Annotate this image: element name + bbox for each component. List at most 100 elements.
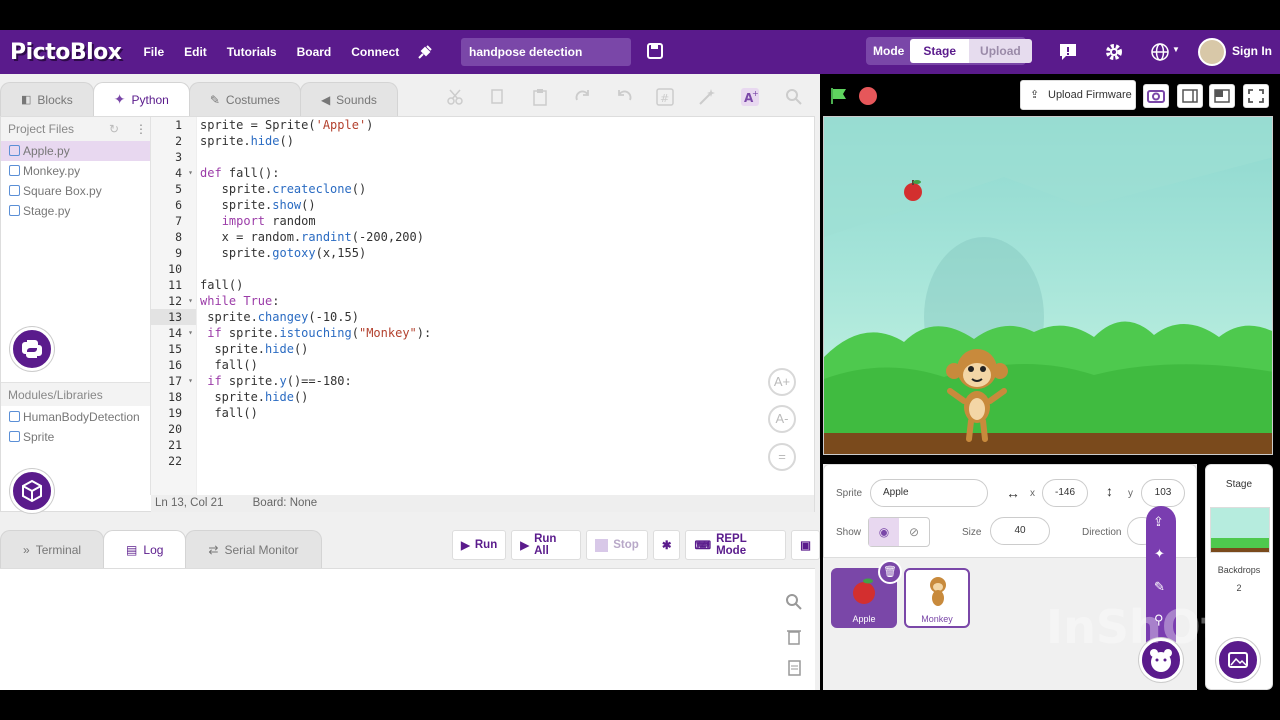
file-item[interactable]: Monkey.py — [1, 161, 150, 181]
upload-sprite-icon[interactable]: ⇪ — [1153, 514, 1164, 530]
monkey-sprite[interactable] — [942, 345, 1012, 443]
undo-icon[interactable] — [615, 88, 633, 106]
file-item[interactable]: Square Box.py — [1, 181, 150, 201]
zoom-in-button[interactable]: A+ — [768, 368, 796, 396]
code-line[interactable]: fall() — [200, 277, 810, 293]
fullscreen-button[interactable] — [1243, 84, 1269, 108]
search-icon[interactable] — [785, 88, 803, 106]
x-input[interactable]: -146 — [1042, 479, 1088, 507]
fold-arrow-icon[interactable]: ▾ — [188, 373, 193, 389]
paste-icon[interactable] — [531, 88, 549, 106]
extensions-button[interactable] — [10, 469, 54, 513]
fold-arrow-icon[interactable]: ▾ — [188, 293, 193, 309]
code-line[interactable] — [200, 421, 810, 437]
code-line[interactable] — [200, 453, 810, 469]
redo-icon[interactable] — [574, 88, 592, 106]
code-line[interactable] — [200, 437, 810, 453]
run-all-button[interactable]: ▶ Run All — [511, 530, 582, 560]
code-line[interactable]: while True: — [200, 293, 810, 309]
code-line[interactable] — [200, 149, 810, 165]
trash-icon[interactable] — [785, 627, 803, 645]
refresh-icon[interactable]: ↻ — [109, 117, 119, 141]
code-line[interactable]: sprite.hide() — [200, 133, 810, 149]
large-stage-button[interactable] — [1209, 84, 1235, 108]
sprite-name-input[interactable]: Apple — [870, 479, 988, 507]
layout-button[interactable]: ▣ — [791, 530, 820, 560]
stop-button[interactable]: Stop — [586, 530, 648, 560]
fold-arrow-icon[interactable]: ▾ — [188, 325, 193, 341]
code-line[interactable]: import random — [200, 213, 810, 229]
small-stage-button[interactable] — [1177, 84, 1203, 108]
python-libraries-button[interactable] — [10, 327, 54, 371]
menu-tutorials[interactable]: Tutorials — [227, 45, 277, 59]
search-icon[interactable] — [785, 593, 803, 611]
plug-icon[interactable] — [415, 42, 435, 62]
file-item[interactable]: Stage.py — [1, 201, 150, 221]
code-line[interactable]: if sprite.y()==-180: — [200, 373, 810, 389]
code-line[interactable]: fall() — [200, 405, 810, 421]
code-line[interactable]: if sprite.istouching("Monkey"): — [200, 325, 810, 341]
cut-icon[interactable] — [446, 88, 464, 106]
code-line[interactable] — [200, 261, 810, 277]
repl-mode-button[interactable]: ⌨ REPL Mode — [685, 530, 787, 560]
tab-python[interactable]: ✦ Python — [92, 82, 190, 116]
mode-stage-button[interactable]: Stage — [910, 39, 970, 63]
log-output[interactable] — [0, 568, 815, 690]
tab-blocks[interactable]: ◧ Blocks — [0, 82, 94, 116]
tab-serial-monitor[interactable]: ⇄ Serial Monitor — [185, 530, 322, 568]
globe-icon[interactable] — [1150, 42, 1170, 62]
apple-sprite[interactable] — [900, 177, 926, 203]
copy-icon[interactable] — [488, 88, 506, 106]
sign-in-link[interactable]: Sign In — [1232, 44, 1272, 58]
fold-arrow-icon[interactable]: ▾ — [188, 165, 193, 181]
hide-button[interactable]: ⊘ — [899, 518, 929, 546]
code-area[interactable]: sprite = Sprite('Apple') sprite.hide() def… — [200, 117, 810, 495]
tab-terminal[interactable]: » Terminal — [0, 530, 105, 568]
tab-sounds[interactable]: ◀ Sounds — [299, 82, 398, 116]
avatar[interactable] — [1198, 38, 1226, 66]
stop-sign-icon[interactable] — [858, 86, 878, 106]
show-button[interactable]: ◉ — [869, 518, 899, 546]
code-line[interactable]: sprite.hide() — [200, 341, 810, 357]
stage-canvas[interactable] — [823, 116, 1273, 455]
document-icon[interactable] — [785, 659, 803, 677]
gear-icon[interactable] — [1104, 42, 1124, 62]
code-line[interactable]: def fall(): — [200, 165, 810, 181]
menu-edit[interactable]: Edit — [184, 45, 207, 59]
magic-wand-icon[interactable] — [698, 88, 716, 106]
font-size-icon[interactable]: A+ — [741, 88, 759, 106]
code-line[interactable]: x = random.randint(-200,200) — [200, 229, 810, 245]
debug-button[interactable]: ✱ — [652, 530, 681, 560]
paint-icon[interactable]: ✎ — [1154, 579, 1165, 595]
code-line[interactable]: sprite.changey(-10.5) — [200, 309, 810, 325]
menu-board[interactable]: Board — [297, 45, 332, 59]
run-button[interactable]: ▶ Run — [452, 530, 507, 560]
code-line[interactable]: fall() — [200, 357, 810, 373]
save-icon[interactable] — [647, 43, 663, 59]
code-line[interactable]: sprite.show() — [200, 197, 810, 213]
code-line[interactable]: sprite.createclone() — [200, 181, 810, 197]
menu-file[interactable]: File — [143, 45, 164, 59]
module-item[interactable]: Sprite — [1, 427, 150, 447]
green-flag-icon[interactable] — [829, 86, 849, 106]
zoom-out-button[interactable]: A- — [768, 405, 796, 433]
zoom-reset-button[interactable]: = — [768, 443, 796, 471]
surprise-icon[interactable]: ✦ — [1154, 546, 1165, 562]
sprite-card-monkey[interactable]: Monkey — [904, 568, 970, 628]
delete-sprite-button[interactable]: 🗑 — [878, 560, 902, 584]
size-input[interactable]: 40 — [990, 517, 1050, 545]
module-item[interactable]: HumanBodyDetection — [1, 407, 150, 427]
code-line[interactable]: sprite = Sprite('Apple') — [200, 117, 810, 133]
comment-icon[interactable]: # — [656, 88, 674, 106]
tab-log[interactable]: ▤ Log — [103, 530, 187, 568]
feedback-icon[interactable] — [1058, 42, 1078, 62]
code-line[interactable]: sprite.hide() — [200, 389, 810, 405]
screenshot-button[interactable] — [1143, 84, 1169, 108]
menu-connect[interactable]: Connect — [351, 45, 399, 59]
upload-firmware-button[interactable]: ⇪ Upload Firmware — [1020, 80, 1136, 110]
tab-costumes[interactable]: ✎ Costumes — [188, 82, 301, 116]
more-options-icon[interactable]: ⋮ — [135, 117, 147, 141]
project-name-input[interactable]: handpose detection — [461, 38, 631, 66]
code-line[interactable]: sprite.gotoxy(x,155) — [200, 245, 810, 261]
mode-upload-button[interactable]: Upload — [969, 39, 1032, 63]
